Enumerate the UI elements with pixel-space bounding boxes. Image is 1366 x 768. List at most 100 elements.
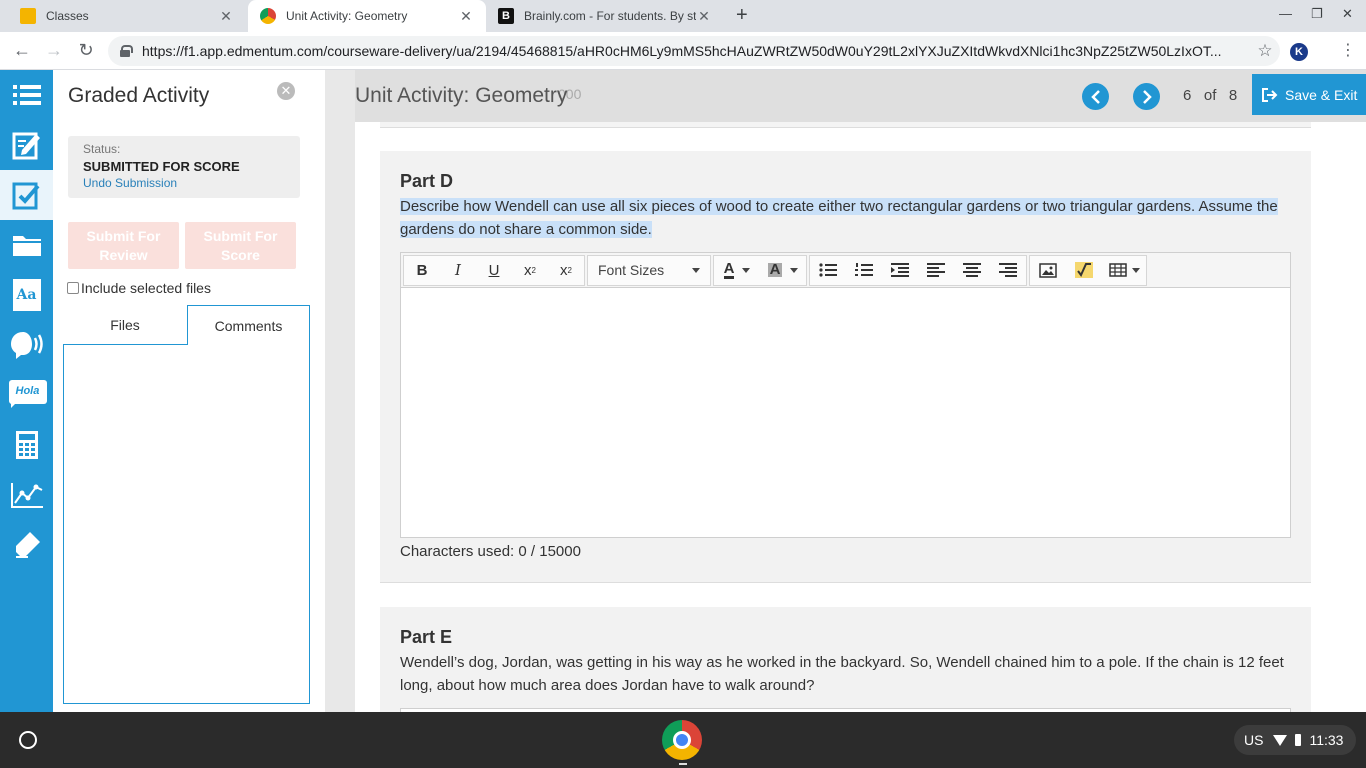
numbered-list-icon[interactable] — [846, 256, 882, 285]
speech-icon[interactable] — [0, 320, 53, 370]
dictionary-icon[interactable]: Aa — [0, 270, 53, 320]
address-bar[interactable]: https://f1.app.edmentum.com/courseware-d… — [108, 36, 1280, 66]
tab-title: Unit Activity: Geometry — [286, 9, 408, 23]
close-tab-icon[interactable]: ✕ — [696, 8, 712, 25]
equation-icon[interactable] — [1066, 256, 1102, 285]
profile-avatar[interactable]: K — [1290, 43, 1308, 61]
clock: 11:33 — [1309, 732, 1344, 748]
align-right-icon[interactable] — [990, 256, 1026, 285]
browser-tab-strip: Classes ✕ Unit Activity: Geometry ✕ B Br… — [0, 0, 1366, 32]
status-label: Status: — [83, 142, 121, 156]
answer-editor: B I U x2 x2 Font Sizes A A — [400, 252, 1291, 538]
os-taskbar: US 11:33 — [0, 712, 1366, 768]
graph-icon[interactable] — [0, 470, 53, 520]
close-tab-icon[interactable]: ✕ — [458, 8, 474, 25]
font-size-group: Font Sizes — [587, 254, 711, 286]
save-exit-label: Save & Exit — [1285, 86, 1358, 103]
folder-icon[interactable] — [0, 220, 53, 270]
part-e-card: Part E Wendell’s dog, Jordan, was gettin… — [380, 607, 1311, 712]
previous-page-button[interactable] — [1082, 83, 1109, 110]
chevron-right-icon — [1142, 89, 1152, 104]
submit-for-review-button[interactable]: Submit For Review — [68, 222, 179, 269]
forward-icon[interactable]: → — [42, 40, 66, 61]
status-box: Status: SUBMITTED FOR SCORE Undo Submiss… — [68, 136, 300, 198]
edit-icon[interactable] — [0, 120, 53, 170]
wifi-icon — [1273, 734, 1288, 746]
menu-dots-icon[interactable]: ⋮ — [1340, 40, 1356, 60]
calculator-icon[interactable] — [0, 420, 53, 470]
indent-icon[interactable] — [882, 256, 918, 285]
close-window-icon[interactable]: ✕ — [1342, 6, 1353, 22]
url-text[interactable]: https://f1.app.edmentum.com/courseware-d… — [142, 43, 1250, 59]
browser-toolbar: ← → ↻ https://f1.app.edmentum.com/course… — [0, 32, 1366, 70]
highlighter-icon[interactable] — [0, 520, 53, 570]
underline-icon[interactable]: U — [476, 256, 512, 285]
launcher-icon[interactable] — [19, 731, 37, 749]
bold-icon[interactable]: B — [404, 256, 440, 285]
tab-comments[interactable]: Comments — [188, 305, 310, 345]
italic-icon[interactable]: I — [440, 256, 476, 285]
running-indicator — [679, 763, 687, 765]
font-sizes-dropdown[interactable]: Font Sizes — [588, 256, 710, 285]
color-group: A A — [713, 254, 807, 286]
part-d-prompt-text: Describe how Wendell can use all six pie… — [400, 198, 1278, 238]
google-classroom-icon — [20, 8, 36, 24]
chevron-down-icon — [692, 267, 700, 273]
include-files-checkbox[interactable] — [67, 282, 79, 294]
tool-rail: Aa Hola — [0, 70, 53, 712]
reload-icon[interactable]: ↻ — [74, 40, 98, 61]
lock-icon[interactable] — [120, 45, 133, 57]
panel-tabs: Files Comments — [63, 305, 310, 345]
save-exit-button[interactable]: Save & Exit — [1252, 74, 1366, 115]
tab-files[interactable]: Files — [63, 305, 188, 345]
chrome-icon[interactable] — [662, 720, 702, 760]
background-color-icon[interactable]: A — [760, 256, 806, 285]
editor-toolbar: B I U x2 x2 Font Sizes A A — [401, 253, 1290, 288]
undo-submission-link[interactable]: Undo Submission — [83, 176, 285, 190]
minimize-icon[interactable]: — — [1279, 6, 1292, 21]
list-icon[interactable] — [0, 70, 53, 120]
insert-image-icon[interactable] — [1030, 256, 1066, 285]
restore-icon[interactable]: ❐ — [1311, 6, 1323, 22]
page-total: 8 — [1228, 87, 1238, 104]
part-d-card: Part D Describe how Wendell can use all … — [380, 151, 1311, 583]
next-page-button[interactable] — [1133, 83, 1160, 110]
main-content: 000 Unit Activity: Geometry 6 of 8 Save … — [355, 70, 1366, 712]
locale-indicator: US — [1244, 732, 1264, 748]
close-panel-icon[interactable]: ✕ — [277, 82, 295, 100]
translate-icon[interactable]: Hola — [0, 370, 53, 420]
part-d-title: Part D — [400, 171, 454, 191]
characters-used: Characters used: 0 / 15000 — [400, 543, 581, 560]
font-color-icon[interactable]: A — [714, 256, 760, 285]
new-tab-icon[interactable]: + — [736, 4, 748, 27]
close-tab-icon[interactable]: ✕ — [218, 8, 234, 25]
tab-classes[interactable]: Classes ✕ — [8, 0, 246, 32]
translate-badge: Hola — [15, 385, 40, 397]
edmentum-icon — [260, 8, 276, 24]
tab-unit-activity[interactable]: Unit Activity: Geometry ✕ — [248, 0, 486, 32]
panel-divider — [325, 70, 355, 712]
bullet-list-icon[interactable] — [810, 256, 846, 285]
align-left-icon[interactable] — [918, 256, 954, 285]
include-files-row: Include selected files — [67, 280, 211, 296]
activity-header: 000 Unit Activity: Geometry 6 of 8 Save … — [355, 70, 1366, 122]
include-files-label: Include selected files — [81, 280, 211, 296]
subscript-icon[interactable]: x2 — [548, 256, 584, 285]
page-counter: 6 of 8 — [1183, 87, 1237, 104]
chevron-left-icon — [1090, 89, 1100, 104]
back-icon[interactable]: ← — [10, 40, 34, 61]
bookmark-star-icon[interactable]: ☆ — [1250, 41, 1280, 61]
tab-title: Classes — [46, 9, 89, 23]
tab-brainly[interactable]: B Brainly.com - For students. By st ✕ — [486, 0, 724, 32]
align-center-icon[interactable] — [954, 256, 990, 285]
part-e-prompt: Wendell’s dog, Jordan, was getting in hi… — [400, 654, 1284, 694]
graded-check-icon[interactable] — [0, 170, 53, 220]
superscript-icon[interactable]: x2 — [512, 256, 548, 285]
part-e-title: Part E — [400, 627, 453, 647]
comments-area[interactable] — [63, 344, 310, 704]
table-icon[interactable] — [1102, 256, 1146, 285]
submit-for-score-button[interactable]: Submit For Score — [185, 222, 296, 269]
tab-title: Brainly.com - For students. By st — [524, 9, 696, 23]
system-tray[interactable]: US 11:33 — [1234, 725, 1356, 755]
insert-group — [1029, 254, 1147, 286]
